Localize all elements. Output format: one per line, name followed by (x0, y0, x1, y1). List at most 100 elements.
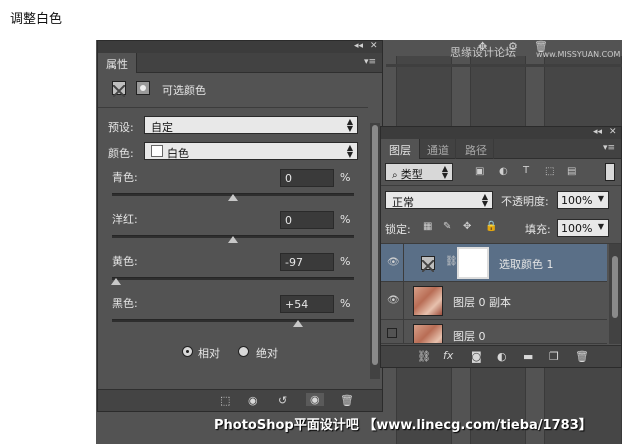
mask-icon[interactable] (136, 81, 150, 95)
black-slider-track[interactable] (112, 319, 354, 322)
layer-row-layer0[interactable]: 图层 0 (381, 320, 607, 344)
slider-label-black: 黑色: (112, 297, 138, 310)
layer-row-selective-color[interactable]: 👁 ⛓ 选取颜色 1 (381, 244, 607, 282)
colors-label: 颜色: (108, 147, 134, 160)
divider (98, 107, 368, 108)
eye-icon[interactable]: 👁 (387, 257, 400, 268)
blend-mode-select[interactable]: 正常 ▲ ▼ (385, 191, 493, 209)
smart-object-filter-icon[interactable]: ▤ (567, 166, 576, 177)
adjustment-title: 可选颜色 (162, 84, 206, 97)
layer-row-layer0-copy[interactable]: 👁 图层 0 副本 (381, 282, 607, 320)
black-value-input[interactable]: +54 (280, 295, 334, 313)
fill-input[interactable]: 100% ▼ (557, 219, 609, 237)
color-swatch (151, 145, 163, 157)
adjustment-filter-icon[interactable]: ◐ (499, 166, 508, 177)
properties-scrollbar[interactable] (370, 123, 380, 379)
add-mask-icon[interactable]: ◙ (471, 350, 482, 363)
visibility-toggle-icon[interactable]: ◉ (306, 393, 324, 406)
slider-label-magenta: 洋红: (112, 213, 138, 226)
blend-mode-value: 正常 (392, 196, 414, 209)
eye-icon[interactable]: 👁 (387, 295, 400, 306)
dropdown-arrows-icon: ▲ ▼ (346, 117, 353, 133)
type-filter-icon[interactable]: T (523, 165, 529, 176)
divider (381, 185, 621, 186)
tab-paths[interactable]: 路径 (459, 139, 494, 159)
lock-paint-icon[interactable]: ✎ (443, 221, 451, 232)
delete-icon[interactable]: 🗑 (340, 394, 354, 407)
collapse-icon[interactable]: ◂◂ (354, 41, 363, 51)
magenta-slider-thumb[interactable] (228, 236, 238, 243)
new-layer-icon[interactable]: ❐ (549, 350, 559, 363)
new-group-icon[interactable]: ▬ (523, 350, 533, 363)
layer-thumbnail[interactable] (413, 286, 443, 316)
panel-menu-icon[interactable]: ▾≡ (364, 57, 376, 67)
yellow-slider-thumb[interactable] (110, 278, 121, 285)
dropdown-arrows-icon: ▲ ▼ (441, 164, 448, 180)
delete-layer-icon[interactable]: 🗑 (575, 350, 589, 363)
fx-icon[interactable]: fx (443, 349, 453, 362)
visibility-box[interactable] (387, 328, 397, 338)
lock-transparent-icon[interactable]: ▦ (423, 221, 432, 232)
dropdown-arrows-icon: ▲ ▼ (481, 192, 488, 208)
opacity-value: 100% (561, 194, 593, 207)
close-icon[interactable]: ✕ (370, 41, 378, 51)
lock-move-icon[interactable]: ✥ (463, 221, 471, 232)
chevron-down-icon[interactable]: ▼ (598, 195, 604, 203)
relative-radio[interactable] (182, 346, 193, 357)
move-icon: ✥ (478, 40, 488, 53)
colors-select[interactable]: 白色 ▲ ▼ (144, 142, 358, 160)
preset-value: 自定 (151, 121, 173, 134)
properties-panel: ◂◂ ✕ 属性 ▾≡ 可选颜色 预设: 自定 ▲ ▼ 颜色: 白色 ▲ ▼ 青色… (97, 40, 383, 412)
layers-panel: ◂◂ ✕ 图层 通道 路径 ▾≡ ⌕ 类型 ▲ ▼ ▣ ◐ T ⬚ ▤ 正常 ▲ ▼… (380, 126, 622, 368)
collapse-icon[interactable]: ◂◂ (593, 127, 602, 137)
fill-label: 填充: (525, 223, 551, 236)
scrollbar-thumb[interactable] (372, 125, 378, 365)
link-layers-icon[interactable]: ⛓ (417, 350, 431, 363)
reset-icon[interactable]: ↺ (278, 394, 287, 407)
layer-name: 图层 0 副本 (453, 296, 511, 309)
absolute-radio[interactable] (238, 346, 249, 357)
black-slider-thumb[interactable] (293, 320, 304, 327)
properties-tabbar: 属性 ▾≡ (98, 53, 382, 73)
magenta-value-input[interactable]: 0 (280, 211, 334, 229)
filter-kind-select[interactable]: ⌕ 类型 ▲ ▼ (385, 163, 453, 181)
yellow-value-input[interactable]: -97 (280, 253, 334, 271)
layers-footer: ⛓ fx ◙ ◐ ▬ ❐ 🗑 (381, 345, 621, 367)
filter-kind-value: 类型 (400, 168, 423, 181)
layer-mask-thumbnail[interactable] (457, 247, 489, 279)
lock-all-icon[interactable]: 🔒 (485, 221, 497, 232)
clip-to-layer-icon[interactable]: ⬚ (220, 394, 230, 407)
page-heading: 调整白色 (10, 12, 63, 27)
percent-unit: % (340, 213, 351, 226)
shape-filter-icon[interactable]: ⬚ (545, 166, 554, 177)
percent-unit: % (340, 297, 351, 310)
filter-toggle-switch[interactable] (605, 163, 615, 181)
tab-channels[interactable]: 通道 (421, 139, 456, 159)
new-adjustment-icon[interactable]: ◐ (497, 350, 507, 363)
dropdown-arrows-icon: ▲ ▼ (346, 143, 353, 159)
yellow-slider-track[interactable] (112, 277, 354, 280)
fill-value: 100% (561, 222, 593, 235)
panel-topbar: ◂◂ ✕ (98, 41, 382, 53)
chevron-down-icon[interactable]: ▼ (598, 223, 604, 231)
view-previous-icon[interactable]: ◉ (248, 394, 258, 407)
close-icon[interactable]: ✕ (609, 127, 617, 137)
tab-properties[interactable]: 属性 (98, 53, 137, 73)
link-icon[interactable]: ⛓ (445, 256, 458, 267)
properties-footer: ⬚ ◉ ↺ ◉ 🗑 (98, 389, 382, 411)
absolute-label: 绝对 (256, 347, 278, 360)
panel-menu-icon[interactable]: ▾≡ (603, 143, 615, 153)
opacity-label: 不透明度: (501, 195, 549, 208)
slider-label-cyan: 青色: (112, 171, 138, 184)
opacity-input[interactable]: 100% ▼ (557, 191, 609, 209)
layers-scrollbar[interactable] (609, 244, 621, 344)
scrollbar-thumb[interactable] (612, 256, 618, 318)
watermark-bottom: PhotoShop平面设计吧 【www.linecg.com/tieba/178… (214, 418, 592, 433)
layer-thumbnail[interactable] (413, 324, 443, 343)
cyan-slider-thumb[interactable] (228, 194, 238, 201)
pixel-filter-icon[interactable]: ▣ (475, 166, 484, 177)
tab-layers[interactable]: 图层 (381, 139, 420, 159)
preset-select[interactable]: 自定 ▲ ▼ (144, 116, 358, 134)
cyan-value-input[interactable]: 0 (280, 169, 334, 187)
workspace-divider (386, 64, 622, 67)
